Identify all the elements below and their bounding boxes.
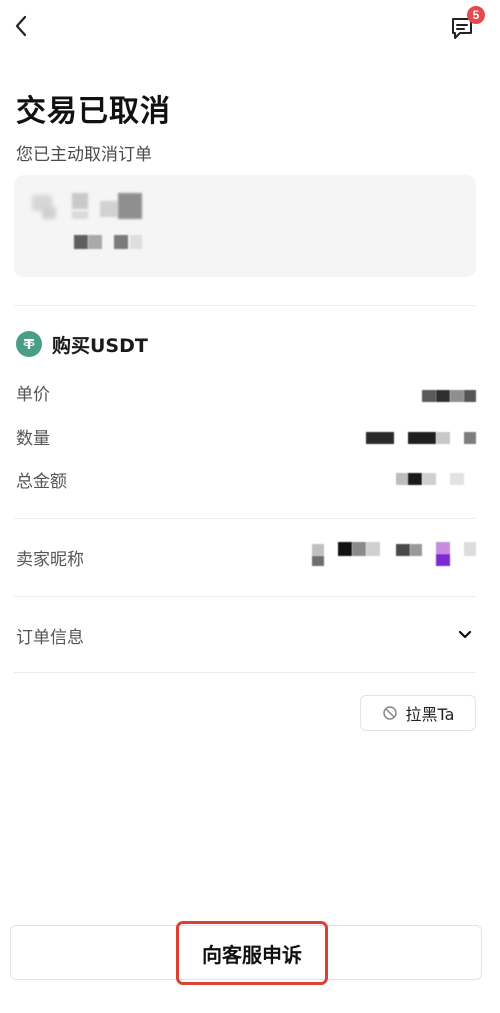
quantity-label: 数量 xyxy=(16,429,50,449)
page-title: 交易已取消 xyxy=(16,94,171,129)
order-info-toggle[interactable]: 订单信息 xyxy=(14,615,476,655)
block-icon xyxy=(382,706,397,720)
blurred-info-card xyxy=(14,175,476,277)
appeal-to-support-button[interactable]: 向客服申诉 xyxy=(176,921,328,985)
divider xyxy=(14,518,476,519)
appeal-bar: 向客服申诉 xyxy=(10,921,482,985)
chat-badge: 5 xyxy=(467,6,485,24)
asset-label: 购买USDT xyxy=(52,334,148,357)
unit-price-label: 单价 xyxy=(16,385,50,405)
chevron-down-icon xyxy=(458,630,472,639)
block-user-button[interactable]: 拉黑Ta xyxy=(360,695,476,731)
top-bar: 5 xyxy=(0,0,500,56)
tether-icon xyxy=(16,331,42,357)
block-user-label: 拉黑Ta xyxy=(405,705,455,724)
chevron-left-icon xyxy=(15,15,27,37)
seller-nickname-label: 卖家昵称 xyxy=(16,550,84,570)
chat-button[interactable]: 5 xyxy=(448,6,485,42)
divider xyxy=(14,596,476,597)
divider xyxy=(14,305,476,306)
asset-row: 购买USDT xyxy=(16,330,148,358)
appeal-button-label: 向客服申诉 xyxy=(202,942,302,967)
total-amount-label: 总金额 xyxy=(16,472,67,492)
back-button[interactable] xyxy=(10,12,34,40)
page-subtitle: 您已主动取消订单 xyxy=(16,145,152,165)
order-info-label: 订单信息 xyxy=(16,628,84,648)
divider xyxy=(14,672,476,673)
